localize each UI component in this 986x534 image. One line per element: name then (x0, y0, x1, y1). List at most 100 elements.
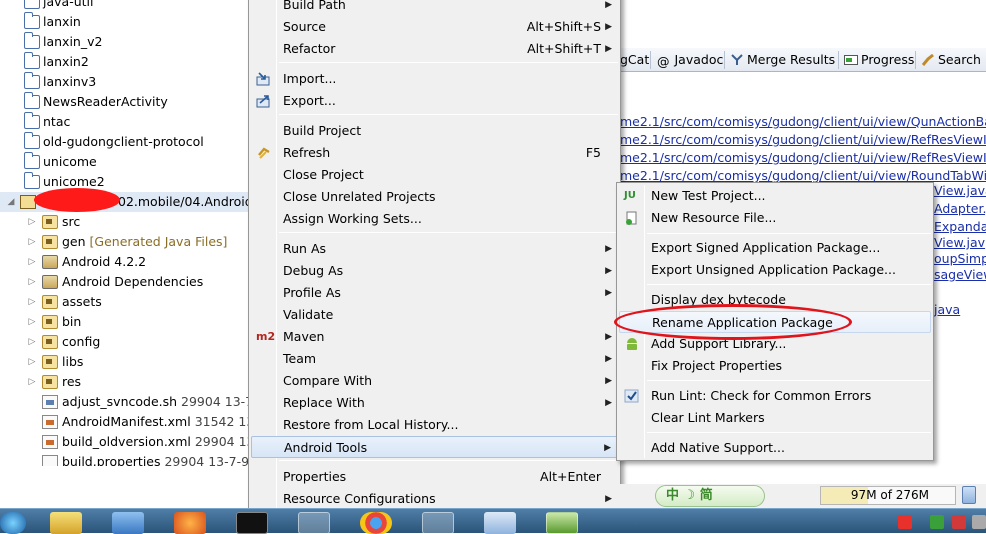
submenu-item-display-dex-bytecode[interactable]: Display dex bytecode (619, 289, 931, 311)
console-link[interactable]: sageView (934, 266, 986, 284)
collapsed-arrow-icon[interactable]: ▷ (27, 272, 37, 292)
menu-item-debug-as[interactable]: Debug As ▶ (251, 260, 618, 282)
console-link[interactable]: me2.1/src/com/comisys/gudong/client/ui/v… (620, 149, 986, 167)
tree-item-label: lanxin_v2 (43, 34, 103, 49)
menu-item-import[interactable]: Import... (251, 68, 618, 90)
menu-item-close-unrelated-projects[interactable]: Close Unrelated Projects (251, 186, 618, 208)
library-icon (42, 255, 58, 269)
tree-item-child[interactable]: build_oldversion.xml 29904 13- (0, 432, 252, 452)
menu-item-shortcut: Alt+Shift+T (527, 41, 601, 56)
app-taskbar-icon[interactable] (112, 512, 144, 534)
tab-search[interactable]: Search (921, 48, 981, 72)
tree-item-child[interactable]: ▷ src (0, 212, 252, 232)
tree-item-project[interactable]: ntac (0, 112, 252, 132)
explorer-taskbar-icon[interactable] (50, 512, 82, 534)
app-taskbar-icon[interactable] (484, 512, 516, 534)
submenu-item-add-support-library[interactable]: Add Support Library... (619, 333, 931, 355)
menu-item-maven[interactable]: m2 Maven ▶ (251, 326, 618, 348)
console-link[interactable]: java (934, 301, 960, 319)
collapsed-arrow-icon[interactable]: ▷ (27, 332, 37, 352)
tray-icon[interactable] (972, 515, 986, 529)
submenu-arrow-icon: ▶ (605, 22, 612, 32)
tree-item-child[interactable]: ▷ Android Dependencies (0, 272, 252, 292)
heap-status[interactable]: 97M of 276M (820, 486, 956, 505)
menu-item-validate[interactable]: Validate (251, 304, 618, 326)
collapsed-arrow-icon[interactable]: ▷ (27, 312, 37, 332)
collapsed-arrow-icon[interactable]: ▷ (27, 372, 37, 392)
submenu-item-clear-lint-markers[interactable]: Clear Lint Markers (619, 407, 931, 429)
collapsed-arrow-icon[interactable]: ▷ (27, 292, 37, 312)
collapsed-arrow-icon[interactable]: ▷ (27, 252, 37, 272)
tree-item-project[interactable]: lanxin2 (0, 52, 252, 72)
tab-merge-results[interactable]: Merge Results (730, 48, 835, 72)
expanded-arrow-icon[interactable]: ◢ (6, 192, 16, 212)
tree-item-child[interactable]: ▷ Android 4.2.2 (0, 252, 252, 272)
submenu-item-fix-project-properties[interactable]: Fix Project Properties (619, 355, 931, 377)
tree-item-project[interactable]: unicome (0, 152, 252, 172)
app-taskbar-icon[interactable] (298, 512, 330, 534)
tab-progress[interactable]: Progress (844, 48, 914, 72)
menu-item-compare-with[interactable]: Compare With ▶ (251, 370, 618, 392)
submenu-item-add-native-support[interactable]: Add Native Support... (619, 437, 931, 459)
tree-item-child[interactable]: ▷ libs (0, 352, 252, 372)
terminal-taskbar-icon[interactable] (236, 512, 268, 534)
tab-javadoc[interactable]: @ Javadoc (657, 48, 723, 72)
submenu-item-rename-application-package[interactable]: Rename Application Package (619, 311, 931, 333)
tree-item-child[interactable]: ▷ res (0, 372, 252, 392)
app-taskbar-icon[interactable] (546, 512, 578, 534)
menu-item-restore-from-local-history[interactable]: Restore from Local History... (251, 414, 618, 436)
console-link[interactable]: View.java (934, 182, 986, 200)
submenu-item-export-signed-package[interactable]: Export Signed Application Package... (619, 237, 931, 259)
chrome-taskbar-icon[interactable] (360, 512, 392, 534)
collapsed-arrow-icon[interactable]: ▷ (27, 232, 37, 252)
tree-item-project[interactable]: NewsReaderActivity (0, 92, 252, 112)
menu-item-close-project[interactable]: Close Project (251, 164, 618, 186)
menu-item-assign-working-sets[interactable]: Assign Working Sets... (251, 208, 618, 230)
menu-item-profile-as[interactable]: Profile As ▶ (251, 282, 618, 304)
tree-item-child[interactable]: AndroidManifest.xml 31542 13- (0, 412, 252, 432)
tab-logcat[interactable]: gCat (620, 48, 649, 72)
garbage-collect-icon[interactable] (962, 486, 976, 504)
console-link[interactable]: Adapter.ja (934, 200, 986, 218)
tray-icon[interactable] (952, 515, 966, 529)
tree-item-child[interactable]: ▷ bin (0, 312, 252, 332)
menu-item-refactor[interactable]: Refactor Alt+Shift+T ▶ (251, 38, 618, 60)
console-link[interactable]: me2.1/src/com/comisys/gudong/client/ui/v… (620, 131, 986, 149)
menu-item-build-project[interactable]: Build Project (251, 120, 618, 142)
menu-item-team[interactable]: Team ▶ (251, 348, 618, 370)
console-link[interactable]: me2.1/src/com/comisys/gudong/client/ui/v… (620, 113, 986, 131)
collapsed-arrow-icon[interactable]: ▷ (27, 212, 37, 232)
tray-icon[interactable] (898, 515, 912, 529)
tree-item-project[interactable]: old-gudongclient-protocol (0, 132, 252, 152)
submenu-item-export-unsigned-package[interactable]: Export Unsigned Application Package... (619, 259, 931, 281)
tree-item-project[interactable]: lanxin_v2 (0, 32, 252, 52)
tree-item-child[interactable]: ▷ gen [Generated Java Files] (0, 232, 252, 252)
menu-item-run-as[interactable]: Run As ▶ (251, 238, 618, 260)
app-taskbar-icon[interactable] (422, 512, 454, 534)
menu-item-android-tools[interactable]: Android Tools ▶ (251, 436, 618, 458)
tree-item-child[interactable]: ▷ assets (0, 292, 252, 312)
tree-item-project[interactable]: lanxinv3 (0, 72, 252, 92)
submenu-item-new-test-project[interactable]: JU New Test Project... (619, 185, 931, 207)
menu-item-resource-configurations[interactable]: Resource Configurations ▶ (251, 488, 618, 510)
submenu-item-new-resource-file[interactable]: New Resource File... (619, 207, 931, 229)
menu-separator (647, 284, 931, 285)
menu-item-replace-with[interactable]: Replace With ▶ (251, 392, 618, 414)
tray-icon[interactable] (930, 515, 944, 529)
tree-item-project[interactable]: unicome2 (0, 172, 252, 192)
tree-item-child[interactable]: build.properties 29904 13-7-9 (0, 452, 252, 466)
firefox-taskbar-icon[interactable] (174, 512, 206, 534)
start-button[interactable] (0, 512, 26, 534)
menu-item-build-path[interactable]: Build Path ▶ (251, 0, 618, 16)
tree-item-child[interactable]: adjust_svncode.sh 29904 13-7-9 (0, 392, 252, 412)
ime-indicator[interactable]: 中 ☽ 简 (655, 485, 765, 507)
menu-item-refresh[interactable]: Refresh F5 (251, 142, 618, 164)
submenu-item-run-lint[interactable]: Run Lint: Check for Common Errors (619, 385, 931, 407)
tree-item-child[interactable]: ▷ config (0, 332, 252, 352)
collapsed-arrow-icon[interactable]: ▷ (27, 352, 37, 372)
menu-item-export[interactable]: Export... (251, 90, 618, 112)
menu-item-source[interactable]: Source Alt+Shift+S ▶ (251, 16, 618, 38)
tree-item-project[interactable]: java-util (0, 0, 252, 12)
tree-item-project[interactable]: lanxin (0, 12, 252, 32)
menu-item-properties[interactable]: Properties Alt+Enter (251, 466, 618, 488)
